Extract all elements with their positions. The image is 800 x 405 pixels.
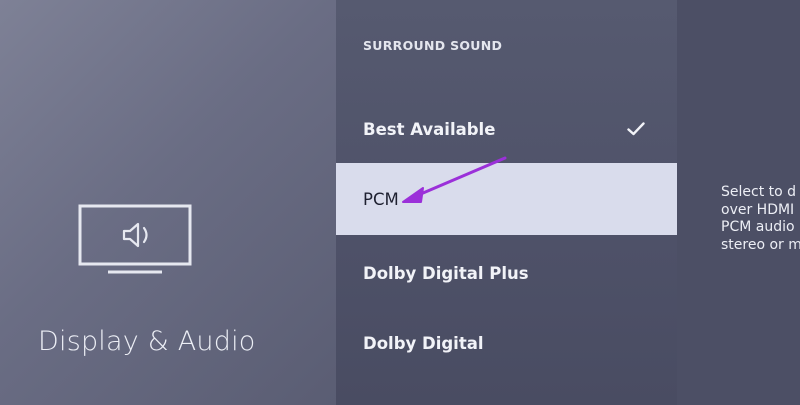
menu-item-label: Dolby Digital Plus xyxy=(363,263,529,283)
category-title: Display & Audio xyxy=(38,326,256,357)
menu-item-dolby-digital-plus[interactable]: Dolby Digital Plus xyxy=(336,237,677,309)
menu-item-dolby-digital[interactable]: Dolby Digital xyxy=(336,307,677,379)
menu-header: SURROUND SOUND xyxy=(363,38,503,53)
annotation-arrow-icon xyxy=(402,156,507,203)
menu-item-label: PCM xyxy=(363,189,399,209)
category-panel: Display & Audio xyxy=(0,0,336,405)
menu-item-label: Best Available xyxy=(363,119,496,139)
speaker-tv-icon xyxy=(78,204,192,274)
menu-item-label: Dolby Digital xyxy=(363,333,484,353)
description-panel: Select to d over HDMI PCM audio stereo o… xyxy=(677,0,800,405)
checkmark-icon xyxy=(627,122,645,136)
option-description: Select to d over HDMI PCM audio stereo o… xyxy=(721,184,800,253)
